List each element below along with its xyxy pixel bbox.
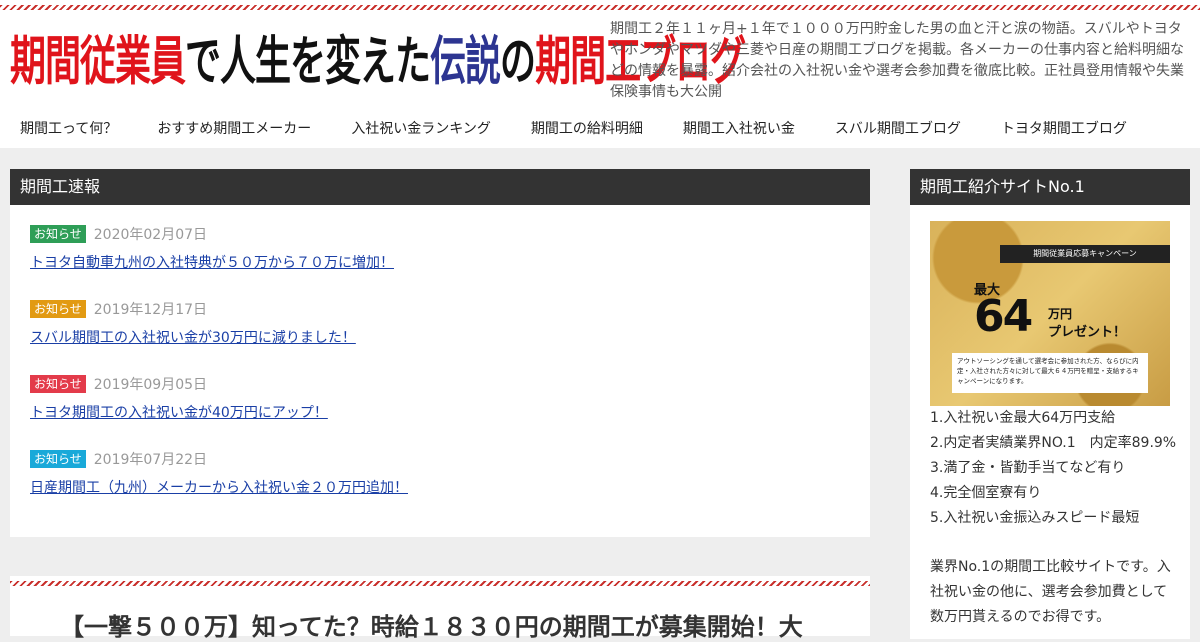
news-item: お知らせ 2020年02月07日 トヨタ自動車九州の入社特典が５０万から７０万に… (30, 225, 850, 300)
news-item: お知らせ 2019年09月05日 トヨタ期間工の入社祝い金が40万円にアップ！ (30, 375, 850, 450)
banner-present: プレゼント！ (1048, 325, 1127, 340)
site-logo[interactable]: 期間従業員 で人生を変えた 伝説 の 期間工ブログ (10, 21, 746, 93)
nav-item-pay-slip[interactable]: 期間工の給料明細 (531, 118, 643, 138)
nav-item-subaru-blog[interactable]: スバル期間工ブログ (835, 118, 961, 138)
news-badge: お知らせ (30, 450, 86, 468)
site-tagline: 期間工２年１１ヶ月+１年で１０００万円貯金した男の血と汗と涙の物語。スバルやトヨ… (610, 21, 1184, 100)
article-title[interactable]: 【一撃５００万】知ってた？時給１８３０円の期間工が募集開始！大 (60, 607, 840, 642)
news-link[interactable]: トヨタ自動車九州の入社特典が５０万から７０万に増加！ (30, 252, 850, 272)
feature-list: 1.入社祝い金最大64万円支給 2.内定者実績業界NO.1 内定率89.9% 3… (930, 406, 1180, 531)
nav-item-what-is[interactable]: 期間工って何？ (20, 118, 117, 138)
sidebar: 期間工紹介サイトNo.1 期間従業員応募キャンペーン 最大 64 万円 プレゼン… (910, 169, 1190, 639)
news-item: お知らせ 2019年07月22日 日産期間工（九州）メーカーから入社祝い金２０万… (30, 450, 850, 525)
feature-item: 2.内定者実績業界NO.1 内定率89.9% (930, 435, 1177, 451)
news-item: お知らせ 2019年12月17日 スバル期間工の入社祝い金が30万円に減りました… (30, 300, 850, 375)
news-badge: お知らせ (30, 300, 86, 318)
site-header: 期間従業員 で人生を変えた 伝説 の 期間工ブログ 期間工２年１１ヶ月+１年で１… (0, 0, 1200, 108)
campaign-banner[interactable]: 期間従業員応募キャンペーン 最大 64 万円 プレゼント！ アウトソーシングを通… (930, 221, 1170, 406)
nav-item-recommended-makers[interactable]: おすすめ期間工メーカー (157, 118, 311, 138)
logo-text-part1: 期間従業員 (10, 32, 186, 92)
feature-item: 1.入社祝い金最大64万円支給 (930, 410, 1116, 426)
feature-item: 4.完全個室寮有り (930, 485, 1042, 501)
news-panel: 期間工速報 お知らせ 2020年02月07日 トヨタ自動車九州の入社特典が５０万… (10, 169, 870, 537)
news-date: 2019年09月05日 (93, 377, 208, 393)
featured-article: 【一撃５００万】知ってた？時給１８３０円の期間工が募集開始！大 (10, 576, 870, 641)
news-link[interactable]: スバル期間工の入社祝い金が30万円に減りました！ (30, 327, 850, 347)
nav-item-bonus[interactable]: 期間工入社祝い金 (683, 118, 795, 138)
news-link[interactable]: 日産期間工（九州）メーカーから入社祝い金２０万円追加！ (30, 477, 850, 497)
nav-item-toyota-blog[interactable]: トヨタ期間工ブログ (1001, 118, 1127, 138)
banner-amount: 64 (974, 291, 1033, 342)
nav-item-bonus-ranking[interactable]: 入社祝い金ランキング (351, 118, 491, 138)
logo-text-part3: 伝説 (430, 32, 501, 92)
feature-item: 5.入社祝い金振込みスピード最短 (930, 510, 1140, 526)
news-badge: お知らせ (30, 225, 86, 243)
banner-description: アウトソーシングを通して選考会に参加された方、ならびに内定・入社された方々に対し… (952, 353, 1148, 393)
news-list: お知らせ 2020年02月07日 トヨタ自動車九州の入社特典が５０万から７０万に… (10, 205, 870, 525)
news-date: 2019年12月17日 (93, 302, 208, 318)
news-date: 2020年02月07日 (93, 227, 208, 243)
news-panel-title: 期間工速報 (10, 169, 870, 205)
news-date: 2019年07月22日 (93, 452, 208, 468)
banner-unit: 万円 (1048, 307, 1073, 321)
feature-item: 3.満了金・皆勤手当てなど有り (930, 460, 1126, 476)
main-navigation: 期間工って何？ おすすめ期間工メーカー 入社祝い金ランキング 期間工の給料明細 … (0, 108, 1200, 148)
logo-text-part4: の (500, 32, 536, 92)
sidebar-description: 業界No.1の期間工比較サイトです。入社祝い金の他に、選考会参加費として数万円貰… (930, 559, 1171, 625)
news-link[interactable]: トヨタ期間工の入社祝い金が40万円にアップ！ (30, 402, 850, 422)
banner-heading: 期間従業員応募キャンペーン (1000, 245, 1170, 263)
sidebar-title: 期間工紹介サイトNo.1 (910, 169, 1190, 205)
logo-text-part2: で人生を変えた (185, 32, 431, 92)
news-badge: お知らせ (30, 375, 86, 393)
